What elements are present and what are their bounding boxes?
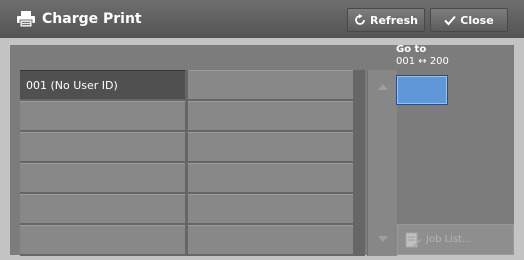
list-item-selected[interactable]: 001 (No User ID) [20,70,185,99]
refresh-button[interactable]: Refresh [347,8,425,32]
goto-range: 001 ↔ 200 [396,56,449,67]
job-list-button[interactable]: Job List... [397,224,514,255]
scrollbar[interactable] [367,70,397,256]
list-item[interactable] [188,101,353,130]
checkmark-icon [444,15,457,25]
header-bar: Charge Print Refresh Close [0,0,524,38]
document-pen-icon [405,232,421,247]
title-group: Charge Print [16,9,142,29]
list-item[interactable] [188,163,353,192]
goto-label: Go to [396,44,427,55]
list-item[interactable] [188,225,353,254]
list-item[interactable] [188,132,353,161]
list-item[interactable] [20,132,185,161]
close-button[interactable]: Close [430,8,508,32]
list-item[interactable] [20,101,185,130]
list-item[interactable] [20,194,185,223]
job-list-label: Job List... [426,234,472,245]
scroll-down-icon[interactable] [378,236,388,242]
refresh-label: Refresh [370,13,418,27]
user-list: 001 (No User ID) [20,70,365,256]
list-item[interactable] [20,163,185,192]
list-item-label: 001 (No User ID) [26,78,118,92]
scroll-up-icon[interactable] [378,84,388,90]
goto-input-button[interactable] [396,75,448,105]
list-item[interactable] [188,194,353,223]
list-item[interactable] [20,225,185,254]
list-item[interactable] [188,70,353,99]
printer-icon [17,11,35,28]
close-label: Close [460,13,494,27]
page-title: Charge Print [42,11,142,27]
refresh-icon [355,14,365,25]
